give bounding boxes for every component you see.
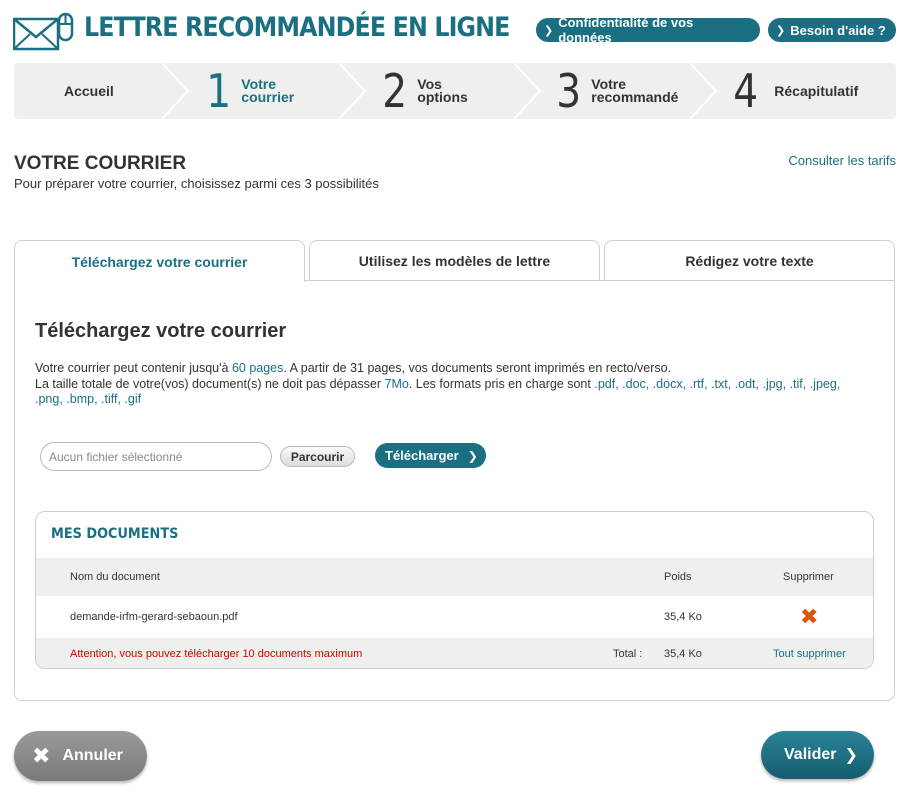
envelope-mouse-logo-icon — [13, 12, 74, 51]
page-subtitle: Pour préparer votre courrier, choisissez… — [14, 176, 379, 191]
upload-button[interactable]: Télécharger ❯ — [375, 443, 486, 468]
column-delete: Supprimer — [783, 571, 834, 583]
step-separator-icon — [161, 63, 190, 119]
column-name: Nom du document — [70, 571, 160, 583]
privacy-button[interactable]: ❯ Confidentialité de vos données — [536, 15, 760, 45]
column-weight: Poids — [664, 571, 692, 583]
close-icon: ✖ — [800, 604, 819, 629]
table-row: demande-irfm-gerard-sebaoun.pdf 35,4 Ko … — [36, 596, 873, 638]
step-4-number: 4 — [733, 64, 759, 118]
table-footer: Attention, vous pouvez télécharger 10 do… — [36, 638, 873, 668]
site-title: LETTRE RECOMMANDÉE EN LIGNE — [84, 12, 510, 43]
file-input[interactable]: Aucun fichier sélectionné — [40, 442, 272, 471]
step-separator-icon — [513, 63, 542, 119]
max-documents-warning: Attention, vous pouvez télécharger 10 do… — [70, 648, 363, 660]
tab-templates[interactable]: Utilisez les modèles de lettre — [309, 240, 600, 281]
step-4[interactable]: 4 Récapitulatif — [731, 63, 858, 119]
chevron-right-icon: ❯ — [544, 24, 554, 37]
cancel-button[interactable]: ✖ Annuler — [14, 731, 147, 781]
delete-all-link[interactable]: Tout supprimer — [773, 638, 846, 668]
steps-bar: Accueil 1 Votre courrier 2 Vos options 3 V… — [14, 63, 896, 119]
total-value: 35,4 Ko — [664, 648, 702, 660]
help-button-label: Besoin d'aide ? — [790, 22, 886, 38]
step-1[interactable]: 1 Votre courrier — [204, 63, 294, 119]
tarifs-link[interactable]: Consulter les tarifs — [788, 153, 896, 168]
upload-title: Téléchargez votre courrier — [35, 320, 287, 342]
upload-info: Votre courrier peut contenir jusqu'à 60 … — [35, 361, 841, 406]
documents-title: MES DOCUMENTS — [51, 526, 179, 542]
help-button[interactable]: ❯ Besoin d'aide ? — [768, 18, 896, 42]
browse-button[interactable]: Parcourir — [280, 446, 355, 467]
step-home-label: Accueil — [64, 82, 114, 99]
upload-button-label: Télécharger — [385, 448, 459, 463]
chevron-right-icon: ❯ — [467, 448, 478, 463]
step-2[interactable]: 2 Vos options — [380, 63, 468, 119]
document-weight: 35,4 Ko — [664, 611, 702, 623]
step-1-number: 1 — [206, 64, 232, 118]
step-2-number: 2 — [382, 64, 408, 118]
step-1-label: Votre courrier — [241, 76, 295, 105]
privacy-button-label: Confidentialité de vos données — [558, 15, 694, 45]
delete-document-button[interactable]: ✖ — [800, 596, 818, 638]
step-home[interactable]: Accueil — [64, 63, 114, 119]
close-icon: ✖ — [32, 743, 51, 768]
step-4-label: Récapitulatif — [774, 82, 859, 99]
page-title: VOTRE COURRIER — [14, 153, 187, 174]
step-separator-icon — [689, 63, 718, 119]
validate-button-label: Valider — [784, 746, 837, 763]
step-2-label: Vos options — [417, 76, 468, 105]
chevron-right-icon: ❯ — [776, 24, 786, 37]
chevron-right-icon: ❯ — [844, 747, 858, 764]
step-3-label: Votre recommandé — [591, 76, 679, 105]
table-header: Nom du document Poids Supprimer — [36, 558, 873, 596]
document-name: demande-irfm-gerard-sebaoun.pdf — [70, 611, 238, 623]
step-3-number: 3 — [556, 64, 582, 118]
step-separator-icon — [338, 63, 367, 119]
cancel-button-label: Annuler — [62, 747, 123, 764]
documents-box: MES DOCUMENTS Nom du document Poids Supp… — [35, 511, 874, 669]
total-label: Total : — [613, 648, 643, 660]
validate-button[interactable]: Valider ❯ — [761, 731, 874, 779]
tab-write[interactable]: Rédigez votre texte — [604, 240, 895, 281]
tab-upload[interactable]: Téléchargez votre courrier — [14, 240, 305, 282]
step-3[interactable]: 3 Votre recommandé — [554, 63, 678, 119]
